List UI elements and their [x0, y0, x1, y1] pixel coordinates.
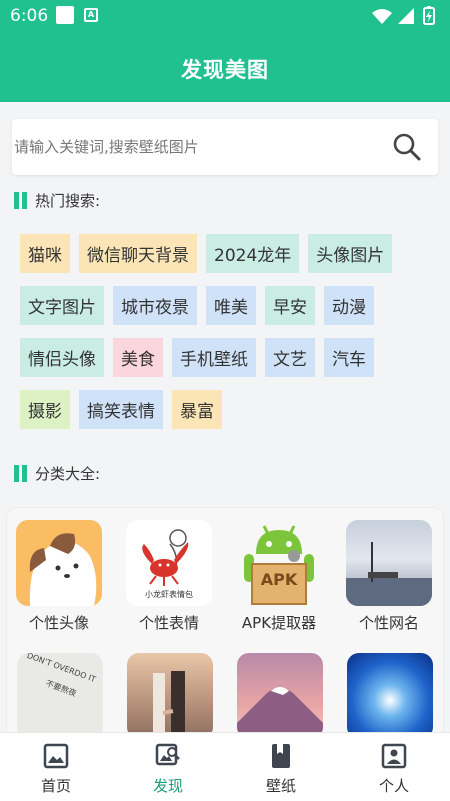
- page-title: 发现美图: [181, 58, 269, 82]
- note-thumbnail[interactable]: DON'T OVERDO IT 不要熬夜: [17, 653, 103, 739]
- note-caption: DON'T OVERDO IT: [25, 653, 97, 685]
- sparkle-thumbnail[interactable]: [347, 653, 433, 739]
- nav-discover[interactable]: 发现: [112, 743, 224, 796]
- hot-tag[interactable]: 文艺: [265, 338, 315, 377]
- hot-tag[interactable]: 唯美: [206, 286, 256, 325]
- header: 发现美图: [0, 32, 450, 102]
- hot-tag[interactable]: 文字图片: [20, 286, 104, 325]
- sticker-caption: 小龙虾表情包: [145, 590, 193, 599]
- seascape-thumbnail: [346, 520, 432, 606]
- nav-label: 壁纸: [265, 777, 296, 795]
- section-marker-icon: [14, 464, 27, 482]
- category-item-apk[interactable]: APK APK提取器: [228, 520, 330, 633]
- category-item-sticker[interactable]: 小龙虾表情包 个性表情: [118, 520, 220, 633]
- wifi-icon: [372, 9, 392, 24]
- hot-search-title: 热门搜索:: [35, 191, 101, 210]
- hot-tag[interactable]: 暴富: [172, 390, 222, 429]
- hot-tag[interactable]: 汽车: [324, 338, 374, 377]
- image-search-icon: [155, 743, 180, 766]
- hot-tag[interactable]: 情侣头像: [20, 338, 104, 377]
- hot-tag[interactable]: 摄影: [20, 390, 70, 429]
- note-caption-cn: 不要熬夜: [44, 678, 78, 699]
- tag-row: 猫咪 微信聊天背景 2024龙年 头像图片: [20, 234, 440, 273]
- book-icon: [272, 744, 290, 768]
- hot-tag[interactable]: 城市夜景: [113, 286, 197, 325]
- nav-label: 发现: [152, 777, 183, 795]
- search-icon[interactable]: [392, 132, 422, 162]
- hot-search-heading: 热门搜索:: [14, 188, 100, 212]
- tag-row: 情侣头像 美食 手机壁纸 文艺 汽车: [20, 338, 440, 377]
- hot-tag[interactable]: 2024龙年: [206, 234, 300, 273]
- nav-label: 个人: [378, 777, 409, 795]
- hot-tag[interactable]: 早安: [265, 286, 315, 325]
- category-grid: 个性头像 小龙虾表情包 个性表情 APK APK提取器 个性网名 DON'T O…: [6, 507, 444, 747]
- hot-tag[interactable]: 头像图片: [308, 234, 393, 273]
- mountain-thumbnail[interactable]: [237, 653, 323, 739]
- search-input[interactable]: [14, 119, 384, 175]
- category-heading: 分类大全:: [14, 461, 100, 485]
- category-label: APK提取器: [241, 614, 317, 632]
- person-icon: [381, 743, 407, 769]
- tag-row: 文字图片 城市夜景 唯美 早安 动漫: [20, 286, 440, 325]
- tag-row: 摄影 搞笑表情 暴富: [20, 390, 440, 429]
- apk-box-text: APK: [260, 570, 298, 589]
- search-bar[interactable]: [12, 119, 438, 175]
- notification-icon: [56, 6, 74, 24]
- nav-profile[interactable]: 个人: [338, 743, 450, 796]
- hot-tag[interactable]: 猫咪: [20, 234, 70, 273]
- main-content: 热门搜索: 猫咪 微信聊天背景 2024龙年 头像图片 文字图片 城市夜景 唯美…: [0, 102, 450, 747]
- hot-tag[interactable]: 美食: [113, 338, 163, 377]
- status-bar: 6:06 A: [0, 0, 450, 32]
- section-marker-icon: [14, 191, 27, 209]
- status-icons: [372, 6, 435, 25]
- android-apk-thumbnail: APK: [236, 520, 322, 606]
- nav-label: 首页: [40, 777, 71, 795]
- nav-home[interactable]: 首页: [0, 743, 112, 796]
- category-item-avatar[interactable]: 个性头像: [8, 520, 110, 633]
- category-label: 个性头像: [28, 614, 89, 632]
- hot-tag[interactable]: 搞笑表情: [79, 390, 163, 429]
- category-label: 个性表情: [138, 614, 199, 632]
- signal-icon: [398, 8, 414, 24]
- status-time: 6:06: [10, 6, 49, 26]
- hot-tags: 猫咪 微信聊天背景 2024龙年 头像图片 文字图片 城市夜景 唯美 早安 动漫…: [20, 234, 440, 442]
- category-label: 个性网名: [358, 614, 419, 632]
- hot-tag[interactable]: 动漫: [324, 286, 374, 325]
- image-icon: [43, 743, 69, 769]
- couple-thumbnail[interactable]: [127, 653, 213, 739]
- app-notification-icon: A: [84, 8, 98, 22]
- category-title: 分类大全:: [35, 464, 101, 483]
- dog-avatar-thumbnail: [16, 520, 102, 606]
- crayfish-sticker-thumbnail: 小龙虾表情包: [126, 520, 212, 606]
- nav-wallpaper[interactable]: 壁纸: [225, 743, 337, 796]
- bottom-nav: 首页 发现 壁纸 个人: [0, 732, 450, 801]
- category-item-nickname[interactable]: 个性网名: [338, 520, 440, 633]
- hot-tag[interactable]: 手机壁纸: [172, 338, 256, 377]
- hot-tag[interactable]: 微信聊天背景: [79, 234, 197, 273]
